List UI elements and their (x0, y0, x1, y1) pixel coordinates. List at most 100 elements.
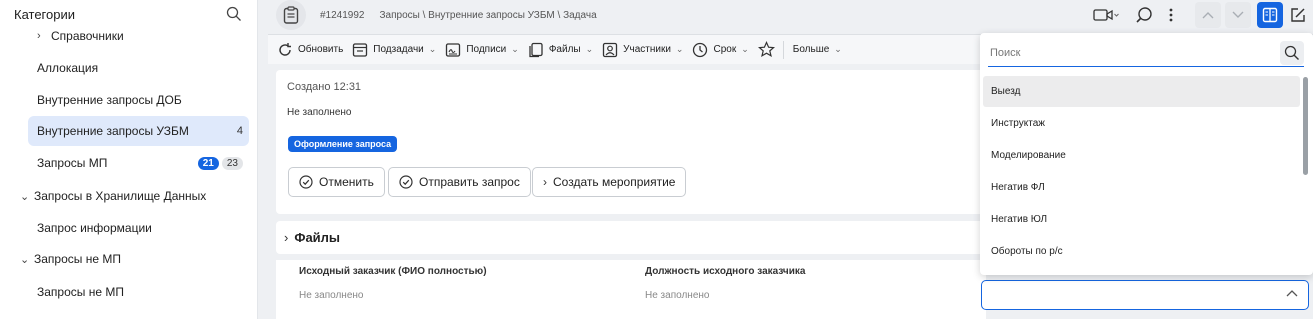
sidebar-item-data-warehouse[interactable]: ⌄ Запросы в Хранилище Данных (14, 181, 249, 211)
sidebar-item-label: Запросы не МП (34, 252, 121, 266)
count-badge: 4 (237, 125, 243, 137)
star-icon (757, 41, 775, 58)
send-request-button[interactable]: Отправить запрос (388, 167, 531, 197)
chevron-up-icon (1286, 290, 1298, 297)
files-button[interactable]: Файлы ⌄ (528, 42, 593, 58)
favorite-button[interactable] (757, 41, 775, 58)
sidebar-item-internal-uzbm[interactable]: Внутренние запросы УЗБМ 4 (28, 116, 249, 146)
toolbar-divider (782, 40, 784, 59)
create-event-button[interactable]: › Создать мероприятие (532, 167, 687, 197)
dropdown-search (988, 39, 1304, 67)
deadline-button[interactable]: Срок ⌄ (692, 42, 749, 58)
previous-task-button[interactable] (1195, 2, 1221, 28)
sidebar-item-allocation[interactable]: Аллокация (28, 53, 249, 83)
clock-icon (693, 42, 708, 57)
participants-button[interactable]: Участники ⌄ (602, 42, 683, 58)
sidebar-item-info-request[interactable]: Запрос информации (28, 213, 249, 243)
chevron-down-icon: ⌄ (675, 44, 684, 54)
search-icon[interactable] (1280, 41, 1304, 65)
sidebar: Категории › Справочники Аллокация Внутре… (0, 0, 258, 319)
sidebar-title: Категории (14, 6, 75, 22)
sidebar-item-internal-dob[interactable]: Внутренние запросы ДОБ (28, 85, 249, 115)
next-task-button[interactable] (1225, 2, 1251, 28)
refresh-icon (279, 42, 291, 56)
clipboard-icon (276, 0, 306, 30)
participants-label: Участники (623, 44, 671, 55)
chevron-down-icon: ⌄ (20, 190, 30, 203)
select-dropdown: Выезд Инструктаж Моделирование Негатив Ф… (980, 33, 1313, 275)
task-description: Не заполнено (287, 107, 352, 118)
subtasks-icon (353, 42, 368, 57)
files-label: Файлы (548, 44, 581, 55)
task-fields: Исходный заказчик (ФИО полностью) Не зап… (276, 260, 986, 319)
breadcrumb[interactable]: Запросы \ Внутренние запросы УЗБМ \ Зада… (380, 10, 597, 21)
dropdown-option[interactable]: Негатив ЮЛ (983, 204, 1300, 235)
dropdown-option[interactable]: Негатив ФЛ (983, 172, 1300, 203)
dropdown-option[interactable]: Инструктаж (983, 108, 1300, 139)
sidebar-item-label: Запросы МП (37, 156, 108, 170)
send-request-label: Отправить запрос (419, 175, 520, 189)
files-section[interactable]: › Файлы (276, 221, 986, 254)
sidebar-item-label: Внутренние запросы УЗБМ (37, 124, 189, 138)
sidebar-item-non-mp[interactable]: Запросы не МП (28, 277, 249, 307)
create-event-label: Создать мероприятие (553, 175, 676, 189)
side-panel-toggle-button[interactable] (1257, 2, 1283, 28)
subtasks-button[interactable]: Подзадачи ⌄ (352, 42, 436, 58)
dropdown-scrollbar[interactable] (1303, 77, 1308, 175)
count-badges: 21 23 (197, 156, 243, 170)
sidebar-item-mp-requests[interactable]: Запросы МП 21 23 (28, 148, 249, 178)
dropdown-search-input[interactable] (988, 46, 1258, 59)
refresh-button[interactable]: Обновить (277, 42, 343, 58)
task-id: #1241992 (320, 9, 365, 21)
more-label: Больше (792, 44, 830, 55)
files-section-title: Файлы (294, 230, 341, 245)
task-card: Создано 12:31 Не заполнено Оформление за… (276, 70, 986, 214)
files-icon (529, 42, 543, 57)
field-value[interactable]: Не заполнено (299, 290, 363, 301)
check-circle-icon (399, 175, 413, 189)
new-count-badge: 21 (197, 156, 219, 170)
cancel-button[interactable]: Отменить (288, 167, 385, 197)
chat-search-icon[interactable] (1127, 1, 1161, 29)
more-button[interactable]: Больше ⌄ (793, 44, 842, 55)
total-count-badge: 23 (221, 156, 243, 170)
chevron-right-icon: › (37, 30, 41, 42)
sidebar-item-label: Запросы не МП (37, 285, 124, 299)
chevron-down-icon: ⌄ (428, 44, 437, 54)
field-label: Должность исходного заказчика (645, 266, 806, 277)
count-badge: 4 (236, 125, 243, 137)
field-label: Исходный заказчик (ФИО полностью) (299, 266, 487, 277)
dropdown-option[interactable]: Выезд (983, 76, 1300, 107)
sidebar-item-non-mp-group[interactable]: ⌄ Запросы не МП (14, 244, 249, 274)
chevron-down-icon: ⌄ (585, 44, 594, 54)
sidebar-item-label: Внутренние запросы ДОБ (37, 93, 182, 107)
task-header: #1241992 Запросы \ Внутренние запросы УЗ… (268, 0, 1313, 30)
signatures-button[interactable]: Подписи ⌄ (445, 42, 519, 58)
participants-icon (602, 42, 618, 57)
chevron-down-icon: ⌄ (511, 44, 519, 54)
deadline-label: Срок (713, 44, 737, 55)
chevron-right-icon: › (543, 175, 547, 189)
cancel-label: Отменить (319, 175, 374, 189)
sidebar-item-label: Запрос информации (37, 221, 152, 235)
check-circle-icon (299, 175, 313, 189)
status-badge: Оформление запроса (288, 136, 398, 152)
dropdown-option[interactable]: Моделирование (983, 140, 1300, 171)
more-vertical-icon[interactable] (1161, 1, 1181, 29)
video-call-icon[interactable] (1089, 1, 1123, 29)
chevron-down-icon: ⌄ (741, 44, 749, 54)
sidebar-item-label: Справочники (51, 29, 124, 43)
subtasks-label: Подзадачи (373, 44, 424, 55)
dropdown-option[interactable]: Обороты по р/с (983, 236, 1300, 267)
signatures-label: Подписи (466, 44, 507, 55)
sidebar-item-spravochniki[interactable]: › Справочники (28, 21, 249, 51)
sidebar-item-label: Запросы в Хранилище Данных (34, 189, 207, 203)
chevron-down-icon: ⌄ (20, 253, 30, 266)
created-time: Создано 12:31 (287, 81, 362, 93)
field-value[interactable]: Не заполнено (645, 290, 709, 301)
edit-icon[interactable] (1283, 1, 1313, 29)
chevron-right-icon: › (284, 230, 289, 245)
signature-icon (446, 42, 461, 57)
refresh-label: Обновить (298, 44, 344, 55)
type-select[interactable] (981, 280, 1309, 310)
